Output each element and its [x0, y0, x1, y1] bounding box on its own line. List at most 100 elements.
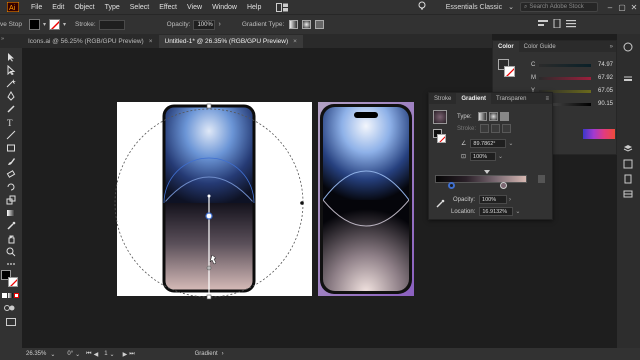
radial-gradient-button[interactable] — [488, 112, 498, 121]
gradient-stop[interactable] — [500, 182, 507, 189]
stroke-panel-icon[interactable] — [623, 74, 633, 84]
gradient-fill-stroke-icon[interactable] — [433, 129, 447, 143]
artboards-panel-icon[interactable] — [623, 159, 633, 169]
menu-window[interactable]: Window — [207, 4, 242, 11]
artboard-number[interactable]: 1 — [104, 351, 107, 357]
selection-tool-icon[interactable] — [6, 52, 16, 62]
phone-artwork-selected[interactable] — [112, 103, 322, 313]
chevron-down-icon[interactable]: ⌄ — [508, 3, 514, 11]
gradient-stop-selected[interactable] — [448, 182, 455, 189]
eraser-tool-icon[interactable] — [6, 169, 16, 179]
color-spectrum[interactable] — [583, 129, 615, 139]
line-tool-icon[interactable] — [6, 130, 16, 140]
chevron-down-icon[interactable]: ⌄ — [508, 140, 513, 147]
slider-track[interactable] — [539, 76, 591, 80]
canvas-area[interactable] — [22, 48, 492, 348]
color-mode-icon[interactable] — [2, 293, 7, 298]
freeform-gradient-icon[interactable] — [315, 20, 325, 29]
app-logo-icon[interactable]: Ai — [6, 2, 20, 12]
chevron-down-icon[interactable]: ⌄ — [50, 351, 55, 358]
slider-m[interactable]: M 67.92 — [531, 73, 617, 83]
gradient-mode-icon[interactable] — [8, 293, 13, 298]
tab-color-guide[interactable]: Color Guide — [519, 41, 561, 52]
aspect-ratio-field[interactable]: 100% — [470, 152, 497, 161]
workspace-switcher[interactable]: Essentials Classic — [446, 4, 502, 11]
slider-track[interactable] — [539, 63, 591, 67]
gradient-preview-swatch[interactable] — [433, 110, 447, 124]
rectangle-tool-icon[interactable] — [6, 143, 16, 153]
menu-effect[interactable]: Effect — [154, 4, 182, 11]
tab-gradient[interactable]: Gradient — [456, 93, 492, 104]
close-icon[interactable]: × — [293, 38, 297, 45]
zoom-level[interactable]: 26.35% — [26, 351, 46, 357]
chevron-down-icon[interactable]: ⌄ — [75, 351, 80, 358]
opacity-field[interactable]: 100% — [479, 195, 508, 204]
rotate-tool-icon[interactable] — [6, 182, 16, 192]
menu-select[interactable]: Select — [125, 4, 154, 11]
chevron-right-icon[interactable]: › — [222, 351, 224, 357]
chevron-down-icon[interactable]: ⌄ — [515, 208, 520, 215]
tab-icons-ai[interactable]: Icons.ai @ 56.25% (RGB/GPU Preview) × — [22, 35, 159, 48]
next-artboard-icon[interactable]: ▶ — [123, 351, 128, 358]
gradient-midpoint[interactable] — [484, 170, 490, 174]
tab-untitled-1[interactable]: Untitled-1* @ 26.35% (RGB/GPU Preview) × — [158, 35, 303, 48]
menu-edit[interactable]: Edit — [47, 4, 69, 11]
chevron-right-icon[interactable]: › — [509, 197, 511, 203]
close-icon[interactable]: × — [149, 38, 153, 45]
search-stock-input[interactable]: ⌕ Search Adobe Stock — [520, 2, 598, 12]
more-tools-icon[interactable] — [6, 259, 16, 269]
slider-value[interactable]: 74.97 — [591, 62, 613, 68]
stroke-swatch[interactable] — [49, 19, 61, 30]
properties-panel-icon[interactable] — [623, 189, 633, 199]
close-icon[interactable]: ✕ — [628, 3, 640, 12]
chevron-down-icon[interactable]: ▾ — [63, 21, 66, 28]
chevron-down-icon[interactable]: ⌄ — [110, 351, 115, 358]
align-left-icon[interactable] — [538, 19, 549, 30]
tab-transparency[interactable]: Transparen — [491, 93, 531, 104]
arrange-documents-icon[interactable] — [276, 2, 290, 12]
menu-type[interactable]: Type — [100, 4, 125, 11]
pencil-tool-icon[interactable] — [6, 104, 16, 114]
prev-artboard-icon[interactable]: ◀ — [94, 351, 99, 358]
direct-selection-tool-icon[interactable] — [6, 65, 16, 75]
pen-tool-icon[interactable] — [6, 91, 16, 101]
slider-c[interactable]: C 74.97 — [531, 60, 617, 70]
last-artboard-icon[interactable]: ⏭ — [129, 351, 134, 358]
stroke-option-3[interactable] — [502, 124, 512, 133]
linear-gradient-button[interactable] — [477, 112, 487, 121]
none-mode-icon[interactable] — [14, 293, 19, 298]
stroke-option-2[interactable] — [491, 124, 501, 133]
menu-file[interactable]: File — [26, 4, 47, 11]
lightbulb-icon[interactable] — [418, 1, 426, 13]
eyedropper-tool-icon[interactable] — [6, 221, 16, 231]
close-icon[interactable]: » — [610, 44, 613, 50]
scale-tool-icon[interactable] — [6, 195, 16, 205]
draw-mode-icon[interactable] — [4, 304, 16, 312]
chevron-down-icon[interactable]: ▾ — [43, 21, 46, 28]
chevron-down-icon[interactable]: ⌄ — [498, 153, 503, 160]
fill-swatch[interactable] — [29, 19, 40, 30]
fill-stroke-swatches[interactable] — [498, 59, 516, 79]
menu-object[interactable]: Object — [69, 4, 99, 11]
tab-color[interactable]: Color — [493, 41, 519, 52]
menu-icon[interactable] — [566, 19, 577, 30]
align-center-icon[interactable] — [552, 18, 562, 30]
opacity-field[interactable]: 100% — [193, 19, 216, 30]
stroke-option-1[interactable] — [480, 124, 490, 133]
zoom-tool-icon[interactable] — [6, 247, 16, 257]
tab-stroke[interactable]: Stroke — [429, 93, 456, 104]
gradient-tool-icon[interactable] — [6, 208, 16, 218]
stroke-color-swatch[interactable] — [8, 277, 18, 287]
angle-field[interactable]: 89.7862° — [470, 139, 507, 148]
libraries-panel-icon[interactable] — [623, 174, 633, 184]
paintbrush-tool-icon[interactable] — [6, 156, 16, 166]
first-artboard-icon[interactable]: ⏮ — [86, 351, 91, 358]
color-panel-icon[interactable] — [623, 42, 633, 52]
maximize-icon[interactable]: ▢ — [616, 3, 628, 12]
menu-help[interactable]: Help — [242, 4, 266, 11]
radial-gradient-icon[interactable] — [302, 20, 312, 29]
linear-gradient-icon[interactable] — [289, 20, 299, 29]
menu-view[interactable]: View — [182, 4, 207, 11]
minimize-icon[interactable]: – — [604, 3, 616, 12]
eyedropper-icon[interactable] — [435, 199, 445, 209]
